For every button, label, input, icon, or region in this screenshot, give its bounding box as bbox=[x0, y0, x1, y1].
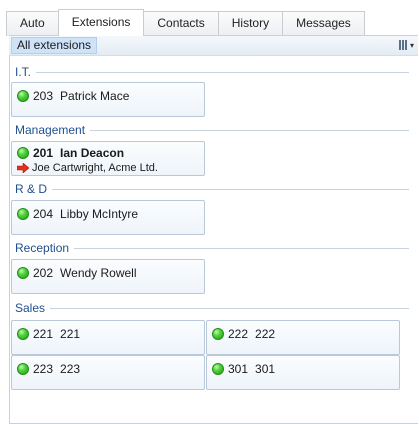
extension-number: 221 bbox=[33, 327, 54, 341]
extension-card-221[interactable]: 221 221 bbox=[11, 320, 205, 355]
status-available-icon bbox=[17, 363, 29, 375]
extension-name: Wendy Rowell bbox=[60, 266, 137, 280]
group-title: I.T. bbox=[15, 65, 32, 79]
incoming-call-arrow-icon bbox=[17, 163, 29, 173]
dropdown-arrow-icon: ▾ bbox=[410, 41, 415, 50]
tab-strip: Auto Extensions Contacts History Message… bbox=[6, 9, 365, 36]
extension-name: Patrick Mace bbox=[60, 89, 130, 103]
extension-number: 222 bbox=[228, 327, 249, 341]
extension-name: 223 bbox=[60, 362, 81, 376]
tab-history[interactable]: History bbox=[217, 11, 284, 36]
extension-card-202[interactable]: 202 Wendy Rowell bbox=[11, 259, 205, 294]
group-header-sales: Sales bbox=[15, 301, 409, 315]
extension-name: 222 bbox=[255, 327, 276, 341]
all-extensions-filter[interactable]: All extensions bbox=[11, 37, 98, 54]
group-title: Reception bbox=[15, 241, 70, 255]
group-title: R & D bbox=[15, 182, 48, 196]
columns-icon bbox=[399, 40, 408, 50]
extension-card-204[interactable]: 204 Libby McIntyre bbox=[11, 200, 205, 235]
extension-name: Libby McIntyre bbox=[60, 207, 139, 221]
tab-contacts[interactable]: Contacts bbox=[143, 11, 219, 36]
group-divider bbox=[50, 307, 409, 309]
extension-card-301[interactable]: 301 301 bbox=[206, 355, 400, 390]
extension-card-201[interactable]: 201 Ian Deacon Joe Cartwright, Acme Ltd. bbox=[11, 141, 205, 176]
extension-name: 301 bbox=[255, 362, 276, 376]
status-available-icon bbox=[17, 328, 29, 340]
filter-bar: All extensions ▾ bbox=[9, 36, 418, 56]
group-header-reception: Reception bbox=[15, 241, 409, 255]
tab-messages[interactable]: Messages bbox=[282, 11, 365, 36]
group-divider bbox=[52, 188, 409, 190]
group-title: Sales bbox=[15, 301, 46, 315]
tab-auto[interactable]: Auto bbox=[6, 11, 59, 36]
group-title: Management bbox=[15, 123, 86, 137]
column-view-icon[interactable]: ▾ bbox=[398, 38, 416, 53]
status-available-icon bbox=[212, 363, 224, 375]
extension-number: 223 bbox=[33, 362, 54, 376]
status-available-icon bbox=[17, 208, 29, 220]
tab-extensions[interactable]: Extensions bbox=[57, 9, 145, 36]
extension-number: 203 bbox=[33, 89, 54, 103]
extension-card-203[interactable]: 203 Patrick Mace bbox=[11, 82, 205, 117]
extension-name: Ian Deacon bbox=[60, 146, 125, 160]
extension-name: 221 bbox=[60, 327, 81, 341]
status-available-icon bbox=[212, 328, 224, 340]
extension-number: 202 bbox=[33, 266, 54, 280]
extension-number: 204 bbox=[33, 207, 54, 221]
group-header-it: I.T. bbox=[15, 65, 409, 79]
group-divider bbox=[36, 71, 409, 73]
group-divider bbox=[90, 129, 409, 131]
extension-number: 301 bbox=[228, 362, 249, 376]
extension-number: 201 bbox=[33, 146, 54, 160]
status-available-icon bbox=[17, 267, 29, 279]
status-available-icon bbox=[17, 147, 29, 159]
group-header-management: Management bbox=[15, 123, 409, 137]
extension-card-223[interactable]: 223 223 bbox=[11, 355, 205, 390]
extension-card-222[interactable]: 222 222 bbox=[206, 320, 400, 355]
status-available-icon bbox=[17, 90, 29, 102]
group-divider bbox=[74, 247, 409, 249]
active-call: Joe Cartwright, Acme Ltd. bbox=[17, 162, 158, 174]
group-header-rnd: R & D bbox=[15, 182, 409, 196]
caller-name: Joe Cartwright, Acme Ltd. bbox=[32, 162, 158, 174]
